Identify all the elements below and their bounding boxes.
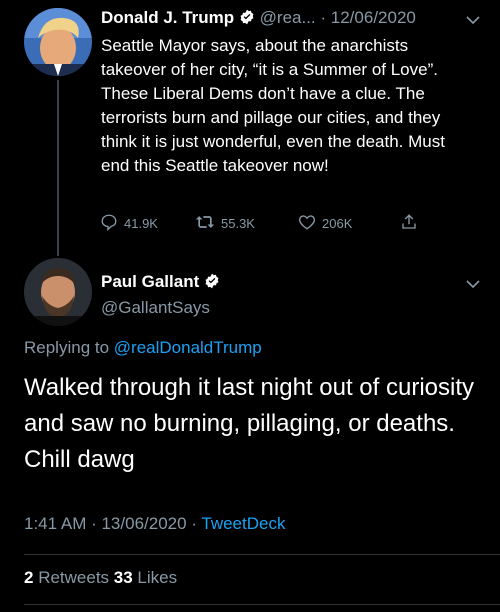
tweet2-header: Paul Gallant (101, 272, 220, 292)
retweets-label: Retweets (33, 568, 114, 587)
like-count: 206K (322, 216, 353, 231)
verified-badge-icon (239, 9, 255, 25)
like-icon (298, 213, 322, 234)
likes-label: Likes (132, 568, 178, 587)
tweet2-meta: 1:41 AM · 13/06/2020 · TweetDeck (24, 514, 285, 534)
tweet1-date[interactable]: · 12/06/2020 (320, 8, 415, 27)
tweet1-author-name[interactable]: Donald J. Trump (101, 8, 234, 27)
like-button[interactable]: 206K (298, 213, 352, 234)
retweet-button[interactable]: 55.3K (195, 213, 255, 234)
tweet2-text: Walked through it last night out of curi… (24, 374, 474, 473)
retweets-stat[interactable]: 2 Retweets (24, 568, 114, 587)
tweet2-timestamp[interactable]: 1:41 AM · 13/06/2020 · (24, 514, 201, 533)
avatar-gallant[interactable] (24, 258, 92, 326)
divider (24, 604, 500, 605)
reply-count: 41.9K (124, 216, 158, 231)
replying-to-link[interactable]: @realDonaldTrump (114, 338, 262, 357)
tweet1-handle[interactable]: @rea... (260, 8, 316, 27)
retweet-icon (195, 213, 221, 234)
thread-line (57, 80, 59, 256)
verified-badge-icon (204, 273, 220, 289)
reply-icon (100, 213, 124, 234)
reply-button[interactable]: 41.9K (100, 213, 158, 234)
divider (24, 554, 500, 555)
replying-to-label: Replying to (24, 338, 114, 357)
chevron-down-icon[interactable] (466, 276, 480, 294)
chevron-down-icon[interactable] (466, 12, 480, 30)
tweet2-source-link[interactable]: TweetDeck (201, 514, 285, 533)
likes-stat[interactable]: 33 Likes (114, 568, 177, 587)
tweet2-stats: 2 Retweets 33 Likes (24, 568, 177, 588)
tweet1-actions: 41.9K 55.3K 206K (100, 213, 430, 237)
tweet1-header: Donald J. Trump @rea... · 12/06/2020 (101, 8, 416, 28)
retweet-count: 55.3K (221, 216, 255, 231)
likes-stat-count: 33 (113, 568, 133, 587)
share-button[interactable] (400, 213, 424, 234)
tweet2-handle[interactable]: @GallantSays (101, 298, 210, 318)
tweet2-author-name[interactable]: Paul Gallant (101, 272, 199, 291)
avatar-trump[interactable] (24, 8, 92, 76)
tweet1-text: Seattle Mayor says, about the anarchists… (101, 36, 445, 175)
replying-to: Replying to @realDonaldTrump (24, 338, 262, 358)
share-icon (400, 213, 424, 234)
